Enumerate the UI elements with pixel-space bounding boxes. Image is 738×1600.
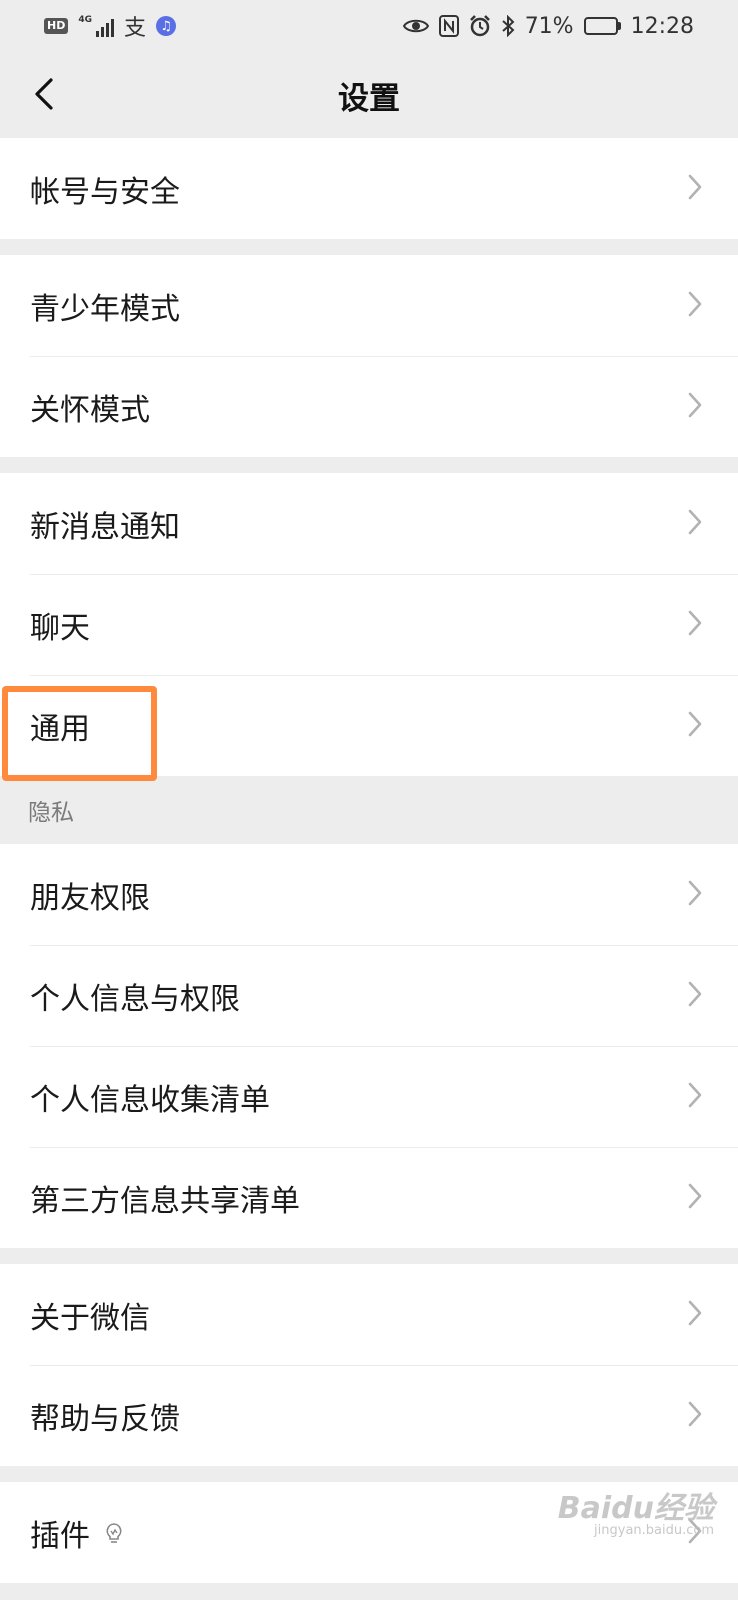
- settings-item-label: 聊天: [30, 603, 90, 647]
- settings-item[interactable]: 朋友权限: [0, 844, 738, 945]
- settings-item[interactable]: 关于微信: [0, 1264, 738, 1365]
- eye-icon: [402, 19, 429, 33]
- settings-item-label: 第三方信息共享清单: [30, 1176, 300, 1220]
- chevron-right-icon: [688, 711, 702, 741]
- bluetooth-icon: [502, 15, 515, 37]
- settings-item-text: 关怀模式: [30, 392, 150, 428]
- settings-item-label: 帐号与安全: [30, 167, 180, 211]
- chevron-right-icon: [688, 509, 702, 539]
- settings-item-text: 个人信息收集清单: [30, 1082, 270, 1118]
- settings-item-text: 关于微信: [30, 1300, 150, 1336]
- alipay-icon: 支: [124, 16, 147, 41]
- status-left: HD 4G 支 ♫: [44, 10, 177, 42]
- chevron-right-icon: [688, 291, 702, 321]
- settings-group: 青少年模式 关怀模式: [0, 255, 738, 473]
- chevron-right-icon: [688, 1300, 702, 1330]
- chevron-right-icon: [688, 610, 702, 640]
- chevron-right-icon: [688, 1401, 702, 1431]
- settings-item[interactable]: 第三方信息共享清单: [0, 1147, 738, 1248]
- settings-item-label: 个人信息收集清单: [30, 1075, 270, 1119]
- battery-icon: [583, 17, 621, 35]
- settings-item[interactable]: 新消息通知: [0, 473, 738, 574]
- settings-item-label: 青少年模式: [30, 284, 180, 328]
- settings-item-text: 朋友权限: [30, 880, 150, 916]
- lightbulb-icon: [102, 1521, 126, 1545]
- chevron-right-icon: [688, 174, 702, 204]
- settings-item-text: 帐号与安全: [30, 174, 180, 210]
- settings-item-text: 青少年模式: [30, 291, 180, 327]
- watermark-brand: Baidu经验: [557, 1491, 714, 1526]
- clock: 12:28: [630, 13, 694, 39]
- settings-item-text: 聊天: [30, 610, 90, 646]
- nav-bar: 设置: [0, 52, 738, 138]
- settings-item[interactable]: 青少年模式: [0, 255, 738, 356]
- back-button[interactable]: [22, 72, 66, 116]
- status-right: 71% 12:28: [402, 13, 694, 39]
- chevron-right-icon: [688, 392, 702, 422]
- settings-group: 关于微信 帮助与反馈: [0, 1264, 738, 1482]
- section-header: 隐私: [0, 776, 738, 844]
- settings-item-label: 插件: [30, 1511, 126, 1555]
- settings-item-text: 个人信息与权限: [30, 981, 240, 1017]
- page-title: 设置: [338, 80, 400, 117]
- settings-group: 帐号与安全: [0, 138, 738, 255]
- signal-icon: 4G: [78, 15, 114, 37]
- chevron-right-icon: [688, 981, 702, 1011]
- settings-item-label: 关于微信: [30, 1293, 150, 1337]
- battery-percent: 71%: [524, 13, 574, 39]
- settings-item-label: 个人信息与权限: [30, 974, 240, 1018]
- settings-item-text: 帮助与反馈: [30, 1401, 180, 1437]
- settings-item-text: 插件: [30, 1518, 90, 1554]
- settings-item[interactable]: 聊天: [0, 574, 738, 675]
- settings-group: 朋友权限个人信息与权限 个人信息收集清单 第三方信息共享清单: [0, 844, 738, 1264]
- settings-item-label: 帮助与反馈: [30, 1394, 180, 1438]
- settings-item[interactable]: 个人信息收集清单: [0, 1046, 738, 1147]
- settings-item[interactable]: 帮助与反馈: [0, 1365, 738, 1466]
- settings-item-text: 新消息通知: [30, 509, 180, 545]
- settings-item[interactable]: 帐号与安全: [0, 138, 738, 239]
- chevron-left-icon: [35, 78, 53, 110]
- settings-list: 帐号与安全 青少年模式 关怀模式 新消息通知 聊天 通用 隐私 朋友权限 个人信息与权限 个人信息…: [0, 138, 738, 1583]
- settings-item-label: 关怀模式: [30, 385, 150, 429]
- settings-item[interactable]: 个人信息与权限: [0, 945, 738, 1046]
- alarm-icon: [469, 15, 490, 37]
- status-bar: HD 4G 支 ♫ 71% 12:28: [0, 0, 738, 52]
- settings-item-text: 第三方信息共享清单: [30, 1183, 300, 1219]
- music-icon: ♫: [156, 16, 177, 36]
- settings-item[interactable]: 关怀模式: [0, 356, 738, 457]
- network-type-label: 4G: [78, 15, 92, 25]
- chevron-right-icon: [688, 1082, 702, 1112]
- highlight-annotation: [2, 686, 157, 781]
- hd-badge: HD: [44, 18, 69, 34]
- chevron-right-icon: [688, 1183, 702, 1213]
- baidu-watermark: Baidu经验 jingyan.baidu.com: [557, 1491, 714, 1538]
- nfc-icon: [438, 15, 459, 37]
- chevron-right-icon: [688, 880, 702, 910]
- settings-item-label: 新消息通知: [30, 502, 180, 546]
- settings-item-label: 朋友权限: [30, 873, 150, 917]
